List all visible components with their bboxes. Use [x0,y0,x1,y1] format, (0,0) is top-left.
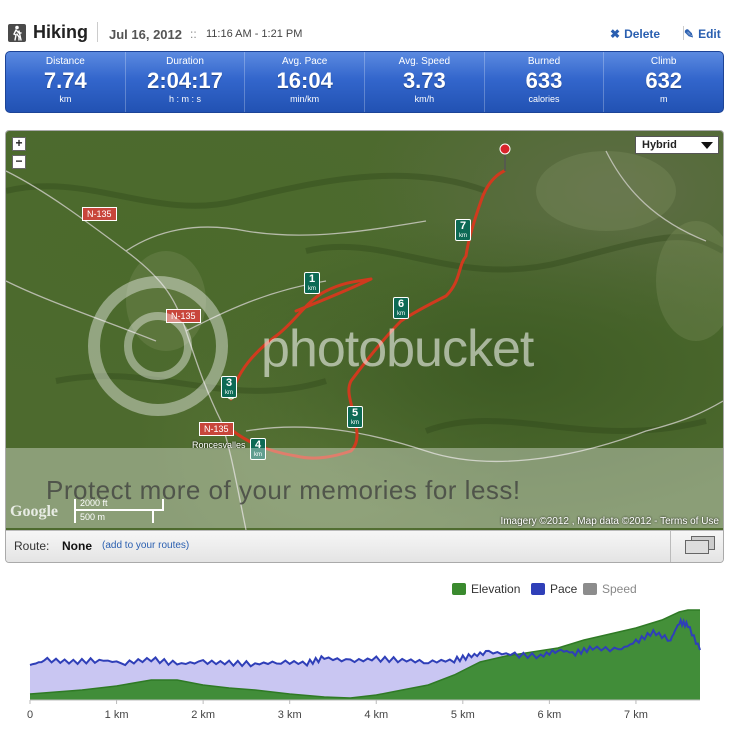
delete-label: Delete [624,27,661,41]
map-attribution[interactable]: Imagery ©2012 , Map data ©2012 - Terms o… [500,516,719,527]
stat-value: 2:04:17 [147,68,223,93]
stat-unit: min/km [290,94,320,104]
window-icon [685,540,709,554]
scale-ft-label: 2000 ft [80,498,108,508]
add-to-routes-link[interactable]: (add to your routes) [102,540,189,551]
legend-label: Speed [602,582,637,596]
map-overlay [6,143,723,530]
stat-climb: Climb 632 m [603,52,723,112]
pencil-icon: ✎ [684,27,695,41]
legend-swatch [452,583,466,595]
stat-label: Climb [650,56,677,67]
fullscreen-map-button[interactable] [670,531,723,562]
legend-elevation[interactable]: Elevation [452,582,520,596]
stat-value: 16:04 [276,68,333,93]
stat-unit: h : m : s [169,94,202,104]
x-tick-label: 6 km [537,709,561,721]
legend-swatch [583,583,597,595]
km-marker[interactable]: 5 km [347,406,363,428]
x-tick-label: 4 km [364,709,388,721]
km-marker-unit: km [308,286,316,292]
stat-unit: m [659,94,668,104]
hiker-icon [8,24,26,42]
km-marker-unit: km [351,420,359,426]
stat-unit: calories [528,94,560,104]
legend-label: Pace [550,582,578,596]
stat-label: Duration [166,56,204,67]
close-icon: ✖ [610,27,621,41]
km-marker-unit: km [397,311,405,317]
x-tick-label: 2 km [191,709,215,721]
km-marker-unit: km [225,390,233,396]
stats-bar: Distance 7.74 km Duration 2:04:17 h : m … [5,51,724,113]
edit-button[interactable]: ✎ Edit [684,27,721,41]
stat-avg-pace: Avg. Pace 16:04 min/km [244,52,364,112]
road-label: N-135 [82,207,117,221]
profile-chart: 0 1 km 2 km 3 km 4 km 5 km 6 km 7 km [27,609,701,721]
route-map-panel: + − Hybrid N-135 N-135 N-135 1 km 3 km 4 km… [5,130,724,563]
legend-swatch [531,583,545,595]
legend-pace[interactable]: Pace [531,582,577,596]
stat-unit: km/h [414,94,435,104]
km-marker-number: 5 [351,407,359,419]
scale-m-label: 500 m [80,512,106,522]
stat-value: 632 [645,68,683,93]
zoom-out-button[interactable]: − [12,155,26,169]
legend-label: Elevation [471,582,521,596]
stat-distance: Distance 7.74 km [6,52,125,112]
activity-time-range: 11:16 AM - 1:21 PM [206,28,303,40]
km-marker[interactable]: 4 km [250,438,266,460]
activity-date: Jul 16, 2012 [109,27,182,42]
road-label: N-135 [199,422,234,436]
stat-avg-speed: Avg. Speed 3.73 km/h [364,52,484,112]
road-label: N-135 [166,309,201,323]
stat-label: Distance [45,56,85,67]
header-divider [97,22,98,42]
delete-button[interactable]: ✖ Delete [610,27,660,41]
satellite-map[interactable]: + − Hybrid N-135 N-135 N-135 1 km 3 km 4 km… [6,131,723,530]
km-marker-number: 7 [459,220,467,232]
stat-unit: km [59,94,72,104]
stat-burned: Burned 633 calories [483,52,604,112]
x-tick-label: 7 km [624,709,648,721]
km-marker-number: 3 [225,377,233,389]
chevron-down-icon [701,142,713,149]
km-marker-number: 4 [254,439,262,451]
km-marker[interactable]: 6 km [393,297,409,319]
google-logo: Google [10,503,58,520]
stat-label: Burned [527,56,561,67]
km-marker-unit: km [254,452,262,458]
stat-label: Avg. Speed [398,56,451,67]
x-tick-label: 1 km [105,709,129,721]
legend-speed[interactable]: Speed [583,582,637,596]
stat-value: 633 [525,68,563,93]
route-value: None [62,539,92,553]
map-type-value: Hybrid [642,139,677,151]
km-marker-number: 6 [397,298,405,310]
km-marker-number: 1 [308,273,316,285]
stat-value: 7.74 [43,68,87,93]
x-tick-label: 0 [27,709,33,721]
route-bar: Route: None (add to your routes) [6,530,723,562]
edit-label: Edit [698,27,721,41]
km-marker-unit: km [459,233,467,239]
zoom-in-button[interactable]: + [12,137,26,151]
activity-type: Hiking [33,22,89,42]
x-tick-label: 5 km [451,709,475,721]
route-label: Route: [14,539,50,553]
town-label: Roncesvalles [192,440,246,450]
x-tick-label: 3 km [278,709,302,721]
stat-duration: Duration 2:04:17 h : m : s [124,52,245,112]
activity-header: Hiking Jul 16, 2012 :: 11:16 AM - 1:21 P… [0,0,729,50]
date-time-separator: :: [190,27,197,41]
map-type-select[interactable]: Hybrid [635,136,719,154]
stat-value: 3.73 [402,68,446,93]
km-marker[interactable]: 7 km [455,219,471,241]
km-marker[interactable]: 1 km [304,272,320,294]
stat-label: Avg. Pace [281,56,328,67]
km-marker[interactable]: 3 km [221,376,237,398]
